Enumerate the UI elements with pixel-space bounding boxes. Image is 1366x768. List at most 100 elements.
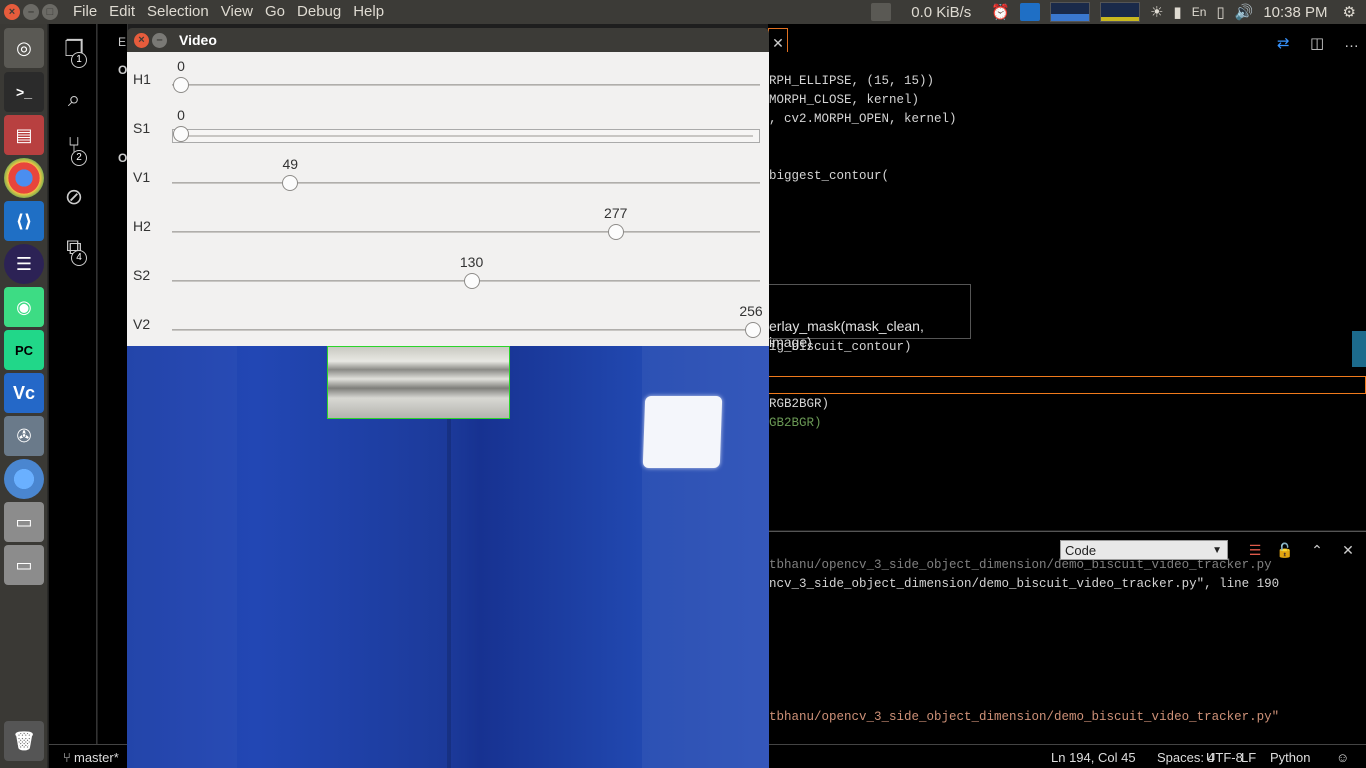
maximize-panel-icon[interactable]: ⌃ bbox=[1308, 541, 1326, 559]
trackbar-handle[interactable] bbox=[745, 322, 761, 338]
video-title-bar[interactable]: × – Video bbox=[127, 28, 769, 52]
vscode-tray-icon[interactable] bbox=[1015, 0, 1045, 24]
output-line: ncv_3_side_object_dimension/demo_biscuit… bbox=[769, 577, 1280, 591]
trash-icon[interactable]: 🗑 bbox=[4, 721, 44, 761]
network-graph-icon[interactable] bbox=[1045, 0, 1095, 24]
code-line: biggest_contour( bbox=[769, 169, 890, 183]
white-object bbox=[642, 396, 723, 468]
code-line: GB2BGR) bbox=[769, 416, 822, 430]
trackbar-track[interactable] bbox=[172, 129, 760, 143]
explorer-sidebar: E O O bbox=[98, 24, 128, 744]
trackbar-label: V2 bbox=[133, 316, 151, 332]
more-actions-icon[interactable]: … bbox=[1344, 34, 1359, 51]
indicator-area: 0.0 KiB/s ⏰ ☀ ▮ En ▯ 🔊 10:38 PM ⚙ bbox=[866, 0, 1366, 24]
menu-debug[interactable]: Debug bbox=[291, 3, 347, 21]
net-speed[interactable]: 0.0 KiB/s bbox=[896, 0, 986, 24]
split-editor-icon[interactable]: ◫ bbox=[1310, 34, 1324, 52]
chromium-icon[interactable] bbox=[4, 459, 44, 499]
trackbar-track[interactable] bbox=[172, 182, 760, 184]
trackbar-value: 277 bbox=[604, 205, 628, 221]
trackbar-label: H1 bbox=[133, 71, 151, 87]
eclipse-icon[interactable]: ☰ bbox=[4, 244, 44, 284]
clock[interactable]: 10:38 PM bbox=[1258, 0, 1337, 24]
terminal-icon[interactable]: >_ bbox=[4, 72, 44, 112]
top-panel: × – □ File Edit Selection View Go Debug … bbox=[0, 0, 1366, 24]
menu-view[interactable]: View bbox=[215, 3, 259, 21]
menu-selection[interactable]: Selection bbox=[141, 3, 215, 21]
video-close-button[interactable]: × bbox=[134, 33, 149, 48]
window-minimize-button[interactable]: – bbox=[23, 4, 39, 20]
trackbar-value: 130 bbox=[459, 254, 484, 270]
ubuntu-dash-icon[interactable]: ◎ bbox=[4, 28, 44, 68]
debug-icon[interactable]: ⊘ bbox=[61, 184, 87, 210]
launcher: ◎ >_ ▤ ⟨⟩ ☰ ◉ PC Vc ✇ ▭ ▭ 🗑 bbox=[0, 24, 48, 768]
chrome-icon[interactable] bbox=[4, 158, 44, 198]
menu-edit[interactable]: Edit bbox=[103, 3, 141, 21]
trackbar-row-h2: H2 277 bbox=[127, 199, 769, 248]
pycharm-icon[interactable]: PC bbox=[4, 330, 44, 370]
trackbar-track[interactable] bbox=[172, 84, 760, 86]
output-channel-select[interactable]: Code ▼ bbox=[1060, 540, 1228, 560]
scrollbar-slider[interactable] bbox=[1352, 331, 1366, 367]
volume-icon[interactable]: 🔊 bbox=[1230, 0, 1259, 24]
android-studio-icon[interactable]: ◉ bbox=[4, 287, 44, 327]
trackbar-value: 49 bbox=[282, 156, 299, 172]
open-changes-icon[interactable]: ⇄ bbox=[1277, 34, 1290, 52]
language-mode[interactable]: Python bbox=[1270, 750, 1310, 765]
menu-go[interactable]: Go bbox=[259, 3, 291, 21]
search-icon[interactable]: ⌕ bbox=[61, 86, 87, 112]
drive-icon-2[interactable]: ▭ bbox=[4, 545, 44, 585]
trackbar-track[interactable] bbox=[172, 329, 760, 331]
output-line: tbhanu/opencv_3_side_object_dimension/de… bbox=[769, 558, 1272, 572]
network-monitor-icon[interactable] bbox=[866, 0, 896, 24]
chevron-down-icon: ▼ bbox=[1212, 545, 1222, 556]
cpu-graph-icon[interactable] bbox=[1095, 0, 1145, 24]
trackbar-handle[interactable] bbox=[173, 126, 189, 142]
trackbar-handle[interactable] bbox=[173, 77, 189, 93]
alarm-clock-icon[interactable]: ⏰ bbox=[986, 0, 1015, 24]
explorer-badge: 1 bbox=[71, 52, 87, 68]
brightness-icon[interactable]: ☀ bbox=[1145, 0, 1168, 24]
window-maximize-button[interactable]: □ bbox=[42, 4, 58, 20]
cursor-position[interactable]: Ln 194, Col 45 bbox=[1051, 750, 1136, 765]
trackbar-row-v2: V2 256 bbox=[127, 297, 769, 346]
current-line-highlight bbox=[768, 376, 1366, 394]
clear-output-icon[interactable]: ☰ bbox=[1246, 541, 1264, 559]
trackbar-handle[interactable] bbox=[463, 273, 480, 289]
trackbar-track[interactable] bbox=[172, 231, 760, 233]
hover-tooltip-text: erlay_mask(mask_clean, image) bbox=[769, 318, 924, 350]
file-cabinet-icon[interactable]: ▤ bbox=[4, 115, 44, 155]
line-ending[interactable]: LF bbox=[1241, 750, 1256, 765]
feedback-smiley-icon[interactable]: ☺ bbox=[1336, 750, 1349, 765]
trackbar-handle[interactable] bbox=[282, 175, 299, 191]
code-line: , cv2.MORPH_OPEN, kernel) bbox=[769, 112, 957, 126]
trackbar-row-v1: V1 49 bbox=[127, 150, 769, 199]
encoding[interactable]: UTF-8 bbox=[1206, 750, 1243, 765]
video-minimize-button[interactable]: – bbox=[152, 33, 167, 48]
film-reel-icon[interactable]: ✇ bbox=[4, 416, 44, 456]
menu-help[interactable]: Help bbox=[347, 3, 390, 21]
close-panel-icon[interactable]: ✕ bbox=[1339, 541, 1357, 559]
trackbar-label: S2 bbox=[133, 267, 151, 283]
explorer-tab-stub[interactable]: E bbox=[118, 35, 126, 49]
signal-bars-icon[interactable]: ▮ bbox=[1168, 0, 1186, 24]
section-header-stub[interactable]: O bbox=[118, 63, 127, 77]
background-panel-stripe bbox=[127, 346, 237, 768]
vscode-icon[interactable]: ⟨⟩ bbox=[4, 201, 44, 241]
menu-file[interactable]: File bbox=[67, 3, 103, 21]
git-branch[interactable]: master* bbox=[74, 750, 119, 765]
lock-scroll-icon[interactable]: 🔓 bbox=[1276, 541, 1294, 559]
keyboard-layout[interactable]: En bbox=[1187, 0, 1212, 24]
section-header-stub-2[interactable]: O bbox=[118, 151, 127, 165]
drive-icon[interactable]: ▭ bbox=[4, 502, 44, 542]
code-line: RGB2BGR) bbox=[769, 397, 830, 411]
branch-icon[interactable]: ⑂ bbox=[63, 750, 71, 765]
trackbar-label: S1 bbox=[133, 120, 151, 136]
settings-gear-icon[interactable]: ⚙ bbox=[1338, 0, 1366, 24]
vscode-insiders-icon[interactable]: Vc bbox=[4, 373, 44, 413]
window-close-button[interactable]: × bbox=[4, 4, 20, 20]
trackbar-value: 0 bbox=[177, 58, 185, 74]
trackbar-handle[interactable] bbox=[607, 224, 624, 240]
battery-icon[interactable]: ▯ bbox=[1211, 0, 1229, 24]
code-line: MORPH_CLOSE, kernel) bbox=[769, 93, 920, 107]
